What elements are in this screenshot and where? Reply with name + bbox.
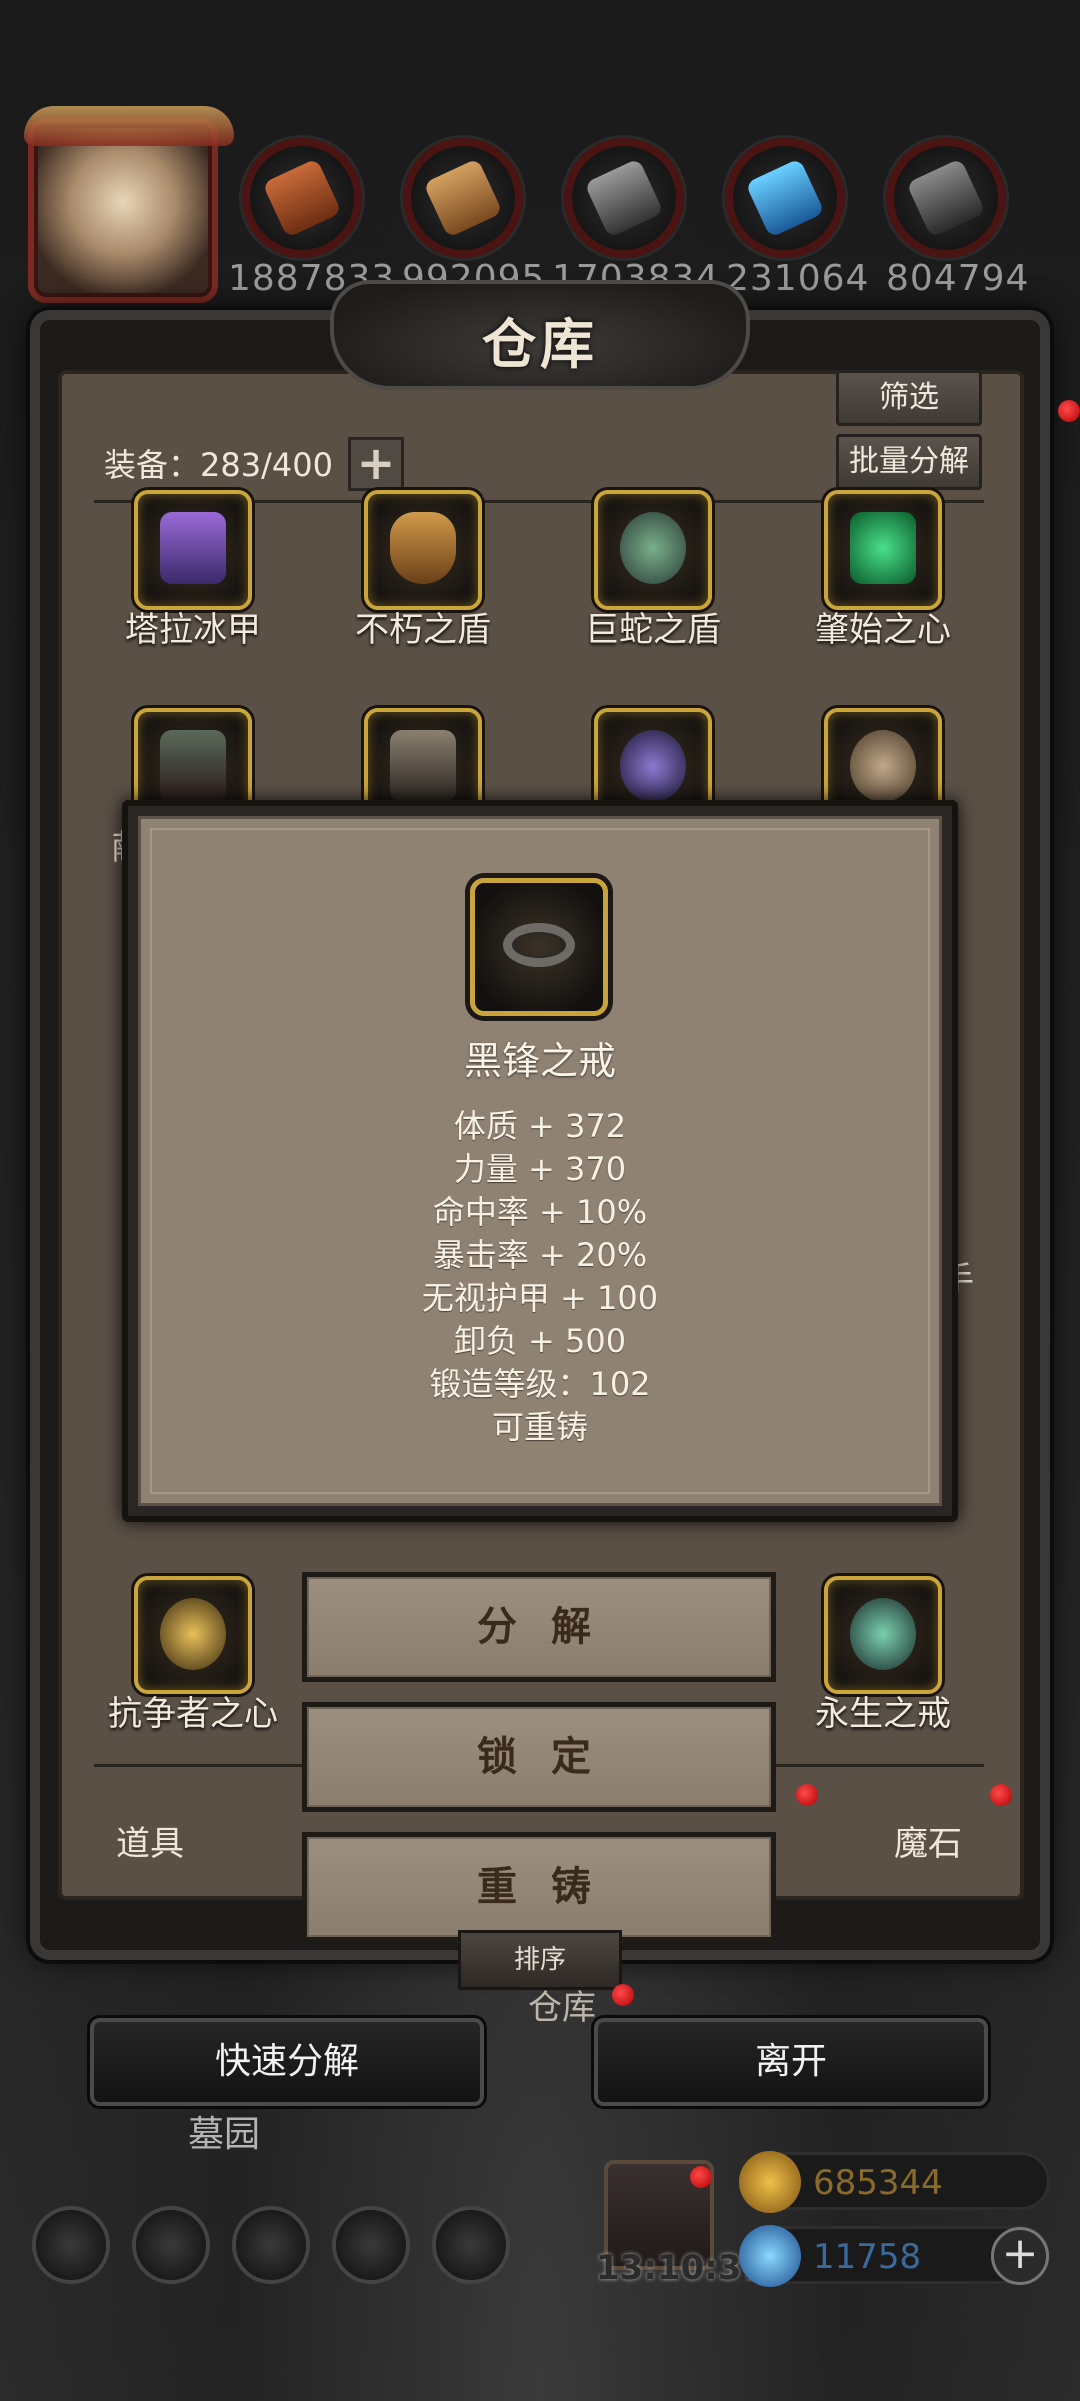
leave-button[interactable]: 离开 bbox=[594, 2018, 988, 2106]
item-name: 永生之戒 bbox=[815, 1694, 951, 1734]
recast-button[interactable]: 重 铸 bbox=[302, 1832, 776, 1942]
stat-line: 锻造等级：102 bbox=[429, 1365, 651, 1403]
notification-dot bbox=[990, 1784, 1012, 1806]
crystal-count: 231064 bbox=[726, 258, 870, 299]
item-slot[interactable] bbox=[364, 490, 482, 610]
stat-line: 无视护甲 + 100 bbox=[421, 1279, 659, 1317]
cemetery-label: 墓园 bbox=[188, 2114, 261, 2155]
notification-dot bbox=[1058, 400, 1080, 422]
lock-button[interactable]: 锁 定 bbox=[302, 1702, 776, 1812]
settings-icon[interactable] bbox=[32, 2206, 110, 2284]
bulk-decompose-button[interactable]: 批量分解 bbox=[836, 434, 982, 490]
tooltip-item-slot bbox=[470, 878, 608, 1016]
stat-line: 卸负 + 500 bbox=[453, 1322, 627, 1360]
stat-line: 体质 + 372 bbox=[453, 1107, 627, 1145]
gold-coin-icon bbox=[739, 2151, 801, 2213]
item-slot[interactable] bbox=[134, 1576, 252, 1694]
wood-icon[interactable] bbox=[403, 138, 523, 258]
gold-amount: 685344 bbox=[813, 2163, 943, 2203]
decompose-button[interactable]: 分 解 bbox=[302, 1572, 776, 1682]
window-title: 仓库 bbox=[482, 313, 598, 376]
meat-icon[interactable] bbox=[242, 138, 362, 258]
notification-dot bbox=[612, 1984, 634, 2006]
item-name: 肇始之心 bbox=[815, 610, 951, 650]
player-avatar[interactable] bbox=[24, 106, 234, 303]
helmet-icon bbox=[160, 730, 226, 802]
item-name: 抗争者之心 bbox=[108, 1694, 278, 1734]
gold-counter: 685344 bbox=[739, 2151, 1050, 2213]
item-name: 巨蛇之盾 bbox=[585, 610, 721, 650]
item-name: 不朽之盾 bbox=[355, 610, 491, 650]
mail-icon[interactable] bbox=[332, 2206, 410, 2284]
stat-line: 可重铸 bbox=[491, 1408, 588, 1446]
item-slot[interactable] bbox=[134, 490, 252, 610]
serpent-shield-icon bbox=[620, 512, 686, 584]
stat-line: 力量 + 370 bbox=[453, 1150, 627, 1188]
filter-button[interactable]: 筛选 bbox=[836, 370, 982, 426]
item-slot[interactable] bbox=[824, 490, 942, 610]
skull-ring-icon bbox=[850, 730, 916, 802]
notification-dot bbox=[796, 1784, 818, 1806]
add-diamond-button[interactable]: + bbox=[991, 2227, 1049, 2285]
tab-props[interactable]: 道具 bbox=[116, 1816, 184, 1865]
tooltip-item-name: 黑锋之戒 bbox=[463, 1039, 616, 1083]
diamond-amount: 11758 bbox=[813, 2237, 922, 2277]
notification-dot bbox=[690, 2166, 712, 2188]
equipment-count: 装备：283/400 bbox=[104, 446, 333, 484]
lion-dance-frame-icon bbox=[24, 106, 234, 146]
warehouse-label: 仓库 bbox=[528, 1988, 596, 2028]
expand-capacity-button[interactable]: + bbox=[348, 437, 404, 491]
stone-count: 804794 bbox=[886, 258, 1030, 299]
chest-plate-icon bbox=[390, 730, 456, 802]
iron-icon[interactable] bbox=[564, 138, 684, 258]
silver-ring-icon bbox=[850, 1598, 916, 1670]
golden-heart-icon bbox=[160, 1598, 226, 1670]
quick-decompose-button[interactable]: 快速分解 bbox=[90, 2018, 484, 2106]
tooltip-stats: 体质 + 372 力量 + 370 命中率 + 10% 暴击率 + 20% 无视… bbox=[138, 1105, 942, 1449]
emerald-heart-icon bbox=[850, 512, 916, 584]
stone-icon[interactable] bbox=[886, 138, 1006, 258]
ring-icon bbox=[503, 923, 575, 967]
armor-icon bbox=[160, 512, 226, 584]
diamond-counter: 11758 + bbox=[739, 2225, 1050, 2287]
stat-line: 暴击率 + 20% bbox=[432, 1236, 648, 1274]
item-name: 塔拉冰甲 bbox=[125, 610, 261, 650]
diamond-icon bbox=[739, 2225, 801, 2287]
stat-line: 命中率 + 10% bbox=[432, 1193, 648, 1231]
item-slot[interactable] bbox=[824, 1576, 942, 1694]
star-icon[interactable] bbox=[132, 2206, 210, 2284]
shop-icon[interactable] bbox=[432, 2206, 510, 2284]
item-slot[interactable] bbox=[594, 490, 712, 610]
shield-icon bbox=[390, 512, 456, 584]
tab-magic-stone[interactable]: 魔石 bbox=[894, 1816, 962, 1865]
chat-icon[interactable] bbox=[232, 2206, 310, 2284]
amulet-icon bbox=[620, 730, 686, 802]
crystal-icon[interactable] bbox=[725, 138, 845, 258]
